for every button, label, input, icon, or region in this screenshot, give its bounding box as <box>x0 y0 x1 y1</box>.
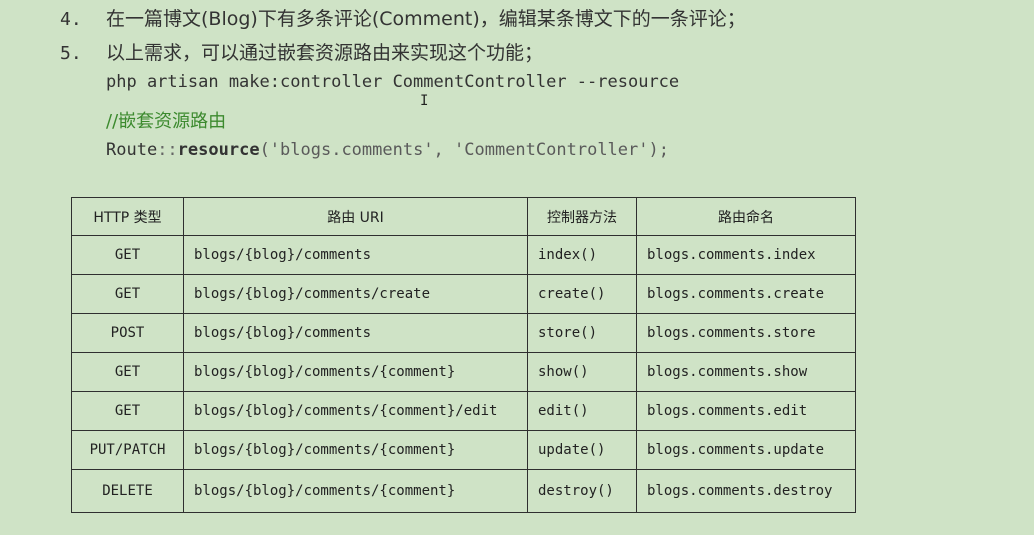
code-route-line: Route::resource('blogs.comments', 'Comme… <box>106 140 669 160</box>
list-item-5: 5. 以上需求，可以通过嵌套资源路由来实现这个功能； <box>60 38 543 65</box>
table-header-row: HTTP 类型 路由 URI 控制器方法 路由命名 <box>71 197 856 236</box>
cell-route-name: blogs.comments.create <box>636 274 856 314</box>
route-separator: :: <box>157 140 178 160</box>
code-command: php artisan make:controller CommentContr… <box>106 72 680 92</box>
cell-route-name: blogs.comments.index <box>636 235 856 275</box>
table-row: GET blogs/{blog}/comments/{comment} show… <box>71 352 856 392</box>
header-route-name: 路由命名 <box>636 197 856 236</box>
header-controller-method: 控制器方法 <box>527 197 637 236</box>
route-class: Route <box>106 140 158 160</box>
table-row: GET blogs/{blog}/comments index() blogs.… <box>71 235 856 275</box>
cell-uri: blogs/{blog}/comments/{comment} <box>183 352 528 392</box>
cell-method: GET <box>71 235 184 275</box>
header-http-type: HTTP 类型 <box>71 197 184 236</box>
cell-route-name: blogs.comments.destroy <box>636 469 856 513</box>
cell-uri: blogs/{blog}/comments <box>183 313 528 353</box>
table-row: GET blogs/{blog}/comments/create create(… <box>71 274 856 314</box>
cell-action: update() <box>527 430 637 470</box>
cell-action: index() <box>527 235 637 275</box>
cell-action: destroy() <box>527 469 637 513</box>
route-method: resource <box>177 140 260 160</box>
table-row: GET blogs/{blog}/comments/{comment}/edit… <box>71 391 856 431</box>
cell-method: PUT/PATCH <box>71 430 184 470</box>
table-row: DELETE blogs/{blog}/comments/{comment} d… <box>71 469 856 513</box>
cell-method: GET <box>71 352 184 392</box>
cell-uri: blogs/{blog}/comments/{comment} <box>183 430 528 470</box>
cell-uri: blogs/{blog}/comments/{comment}/edit <box>183 391 528 431</box>
header-route-uri: 路由 URI <box>183 197 528 236</box>
cell-action: show() <box>527 352 637 392</box>
cell-uri: blogs/{blog}/comments <box>183 235 528 275</box>
table-row: POST blogs/{blog}/comments store() blogs… <box>71 313 856 353</box>
list-number: 5. <box>60 43 82 64</box>
cell-action: edit() <box>527 391 637 431</box>
cell-route-name: blogs.comments.edit <box>636 391 856 431</box>
route-arguments: ('blogs.comments', 'CommentController'); <box>259 140 669 160</box>
list-text: 以上需求，可以通过嵌套资源路由来实现这个功能； <box>106 42 544 64</box>
list-text: 在一篇博文(Blog)下有多条评论(Comment)，编辑某条博文下的一条评论； <box>106 8 746 30</box>
cell-action: create() <box>527 274 637 314</box>
code-comment: //嵌套资源路由 <box>106 111 227 132</box>
cell-method: GET <box>71 391 184 431</box>
list-number: 4. <box>60 9 82 30</box>
table-row: PUT/PATCH blogs/{blog}/comments/{comment… <box>71 430 856 470</box>
cell-route-name: blogs.comments.show <box>636 352 856 392</box>
cell-method: POST <box>71 313 184 353</box>
cell-route-name: blogs.comments.store <box>636 313 856 353</box>
routes-table: HTTP 类型 路由 URI 控制器方法 路由命名 GET blogs/{blo… <box>71 197 856 513</box>
cell-uri: blogs/{blog}/comments/create <box>183 274 528 314</box>
cell-route-name: blogs.comments.update <box>636 430 856 470</box>
text-cursor-icon: I <box>420 93 429 109</box>
list-item-4: 4. 在一篇博文(Blog)下有多条评论(Comment)，编辑某条博文下的一条评… <box>60 4 746 31</box>
cell-method: GET <box>71 274 184 314</box>
cell-action: store() <box>527 313 637 353</box>
cell-uri: blogs/{blog}/comments/{comment} <box>183 469 528 513</box>
cell-method: DELETE <box>71 469 184 513</box>
